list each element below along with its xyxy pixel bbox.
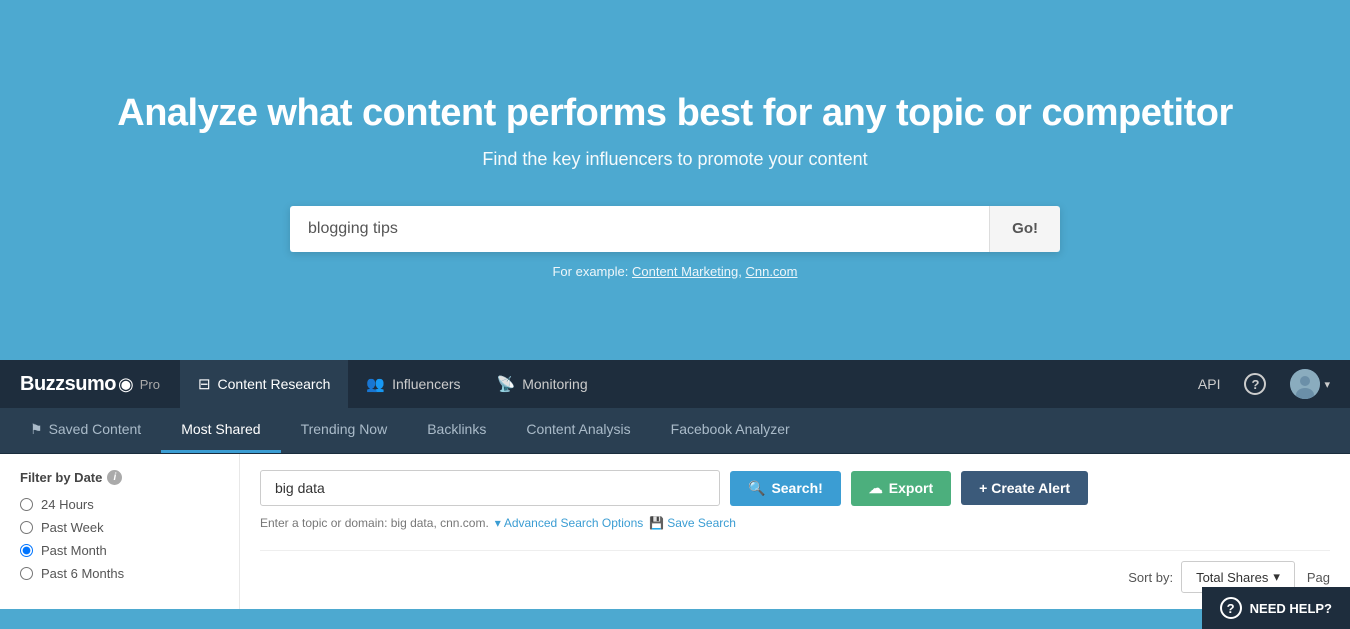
search-icon: 🔍 [748, 480, 765, 497]
nav-item-influencers-label: Influencers [392, 376, 460, 392]
content-area: Filter by Date i 24 Hours Past Week Past… [0, 454, 1350, 609]
api-link[interactable]: API [1188, 360, 1231, 408]
save-icon: 💾 [649, 516, 664, 530]
sidebar: Filter by Date i 24 Hours Past Week Past… [0, 454, 240, 609]
example-link-cnn[interactable]: Cnn.com [745, 264, 797, 279]
export-button[interactable]: ☁ Export [851, 471, 951, 506]
brand-name: Buzzsumo [20, 373, 116, 396]
filter-24hours-radio[interactable] [20, 498, 33, 511]
nav-item-monitoring[interactable]: 📡 Monitoring [479, 360, 606, 408]
app-bar: Buzzsumo ◉ Pro ⊟ Content Research 👥 Infl… [0, 360, 1350, 408]
filter-past-month[interactable]: Past Month [20, 543, 219, 558]
content-search-button[interactable]: 🔍 Search! [730, 471, 841, 506]
sub-nav-content-analysis[interactable]: Content Analysis [506, 408, 650, 453]
example-prefix: For example: [552, 264, 628, 279]
filter-past-6months[interactable]: Past 6 Months [20, 566, 219, 581]
date-filter-group: 24 Hours Past Week Past Month Past 6 Mon… [20, 497, 219, 581]
create-alert-button[interactable]: + Create Alert [961, 471, 1088, 505]
monitoring-icon: 📡 [497, 375, 516, 393]
sort-chevron-icon: ▾ [1273, 569, 1280, 585]
brand-icon: ◉ [118, 374, 134, 395]
hero-section: Analyze what content performs best for a… [0, 0, 1350, 360]
filter-past-month-radio[interactable] [20, 544, 33, 557]
sub-nav: ⚑ Saved Content Most Shared Trending Now… [0, 408, 1350, 454]
nav-item-content-research-label: Content Research [218, 376, 331, 392]
sub-nav-backlinks-label: Backlinks [427, 421, 486, 437]
page-label: Pag [1307, 570, 1330, 585]
content-search-row: 🔍 Search! ☁ Export + Create Alert [260, 470, 1330, 506]
content-search-input[interactable] [260, 470, 720, 506]
nav-item-content-research[interactable]: ⊟ Content Research [180, 360, 348, 408]
content-research-icon: ⊟ [198, 375, 211, 393]
hero-go-button[interactable]: Go! [989, 206, 1060, 252]
nav-item-influencers[interactable]: 👥 Influencers [348, 360, 478, 408]
hint-text: Enter a topic or domain: big data, cnn.c… [260, 516, 489, 530]
need-help-icon: ? [1220, 597, 1242, 619]
example-link-content-marketing[interactable]: Content Marketing [632, 264, 738, 279]
help-circle-icon[interactable]: ? [1244, 373, 1266, 395]
sub-nav-content-analysis-label: Content Analysis [526, 421, 630, 437]
sub-nav-most-shared[interactable]: Most Shared [161, 408, 280, 453]
influencers-icon: 👥 [366, 375, 385, 393]
brand: Buzzsumo ◉ Pro [10, 373, 170, 396]
sub-nav-backlinks[interactable]: Backlinks [407, 408, 506, 453]
sidebar-filter-title: Filter by Date i [20, 470, 219, 485]
sub-nav-trending-now-label: Trending Now [301, 421, 388, 437]
user-menu-arrow: ▾ [1324, 378, 1330, 391]
nav-right: API ? ▾ [1188, 360, 1350, 408]
sort-label: Sort by: [1128, 570, 1173, 585]
sub-nav-saved-content-label: Saved Content [49, 421, 142, 437]
advanced-search-link[interactable]: ▾ Advanced Search Options [495, 516, 643, 530]
sub-nav-facebook-analyzer[interactable]: Facebook Analyzer [651, 408, 810, 453]
filter-past-week-radio[interactable] [20, 521, 33, 534]
sub-nav-most-shared-label: Most Shared [181, 421, 260, 437]
example-text: For example: Content Marketing, Cnn.com [552, 264, 797, 279]
hero-title: Analyze what content performs best for a… [117, 92, 1233, 135]
brand-pro: Pro [140, 377, 160, 392]
filter-past-week[interactable]: Past Week [20, 520, 219, 535]
sub-nav-trending-now[interactable]: Trending Now [281, 408, 408, 453]
save-search-link[interactable]: 💾 Save Search [649, 516, 736, 530]
nav-item-monitoring-label: Monitoring [522, 376, 587, 392]
main-content: 🔍 Search! ☁ Export + Create Alert Enter … [240, 454, 1350, 609]
filter-past-6months-radio[interactable] [20, 567, 33, 580]
chevron-down-icon: ▾ [495, 516, 501, 530]
help-button[interactable]: ? [1234, 360, 1276, 408]
hero-subtitle: Find the key influencers to promote your… [482, 149, 867, 170]
hint-row: Enter a topic or domain: big data, cnn.c… [260, 516, 1330, 530]
hero-search-input[interactable] [290, 206, 989, 252]
filter-24hours[interactable]: 24 Hours [20, 497, 219, 512]
export-icon: ☁ [869, 480, 883, 497]
user-menu[interactable]: ▾ [1280, 360, 1340, 408]
sub-nav-saved-content[interactable]: ⚑ Saved Content [10, 408, 161, 453]
saved-content-icon: ⚑ [30, 421, 43, 438]
sub-nav-facebook-analyzer-label: Facebook Analyzer [671, 421, 790, 437]
info-icon[interactable]: i [107, 470, 122, 485]
need-help-button[interactable]: ? NEED HELP? [1202, 587, 1350, 629]
avatar[interactable] [1290, 369, 1320, 399]
hero-search-bar: Go! [290, 206, 1060, 252]
